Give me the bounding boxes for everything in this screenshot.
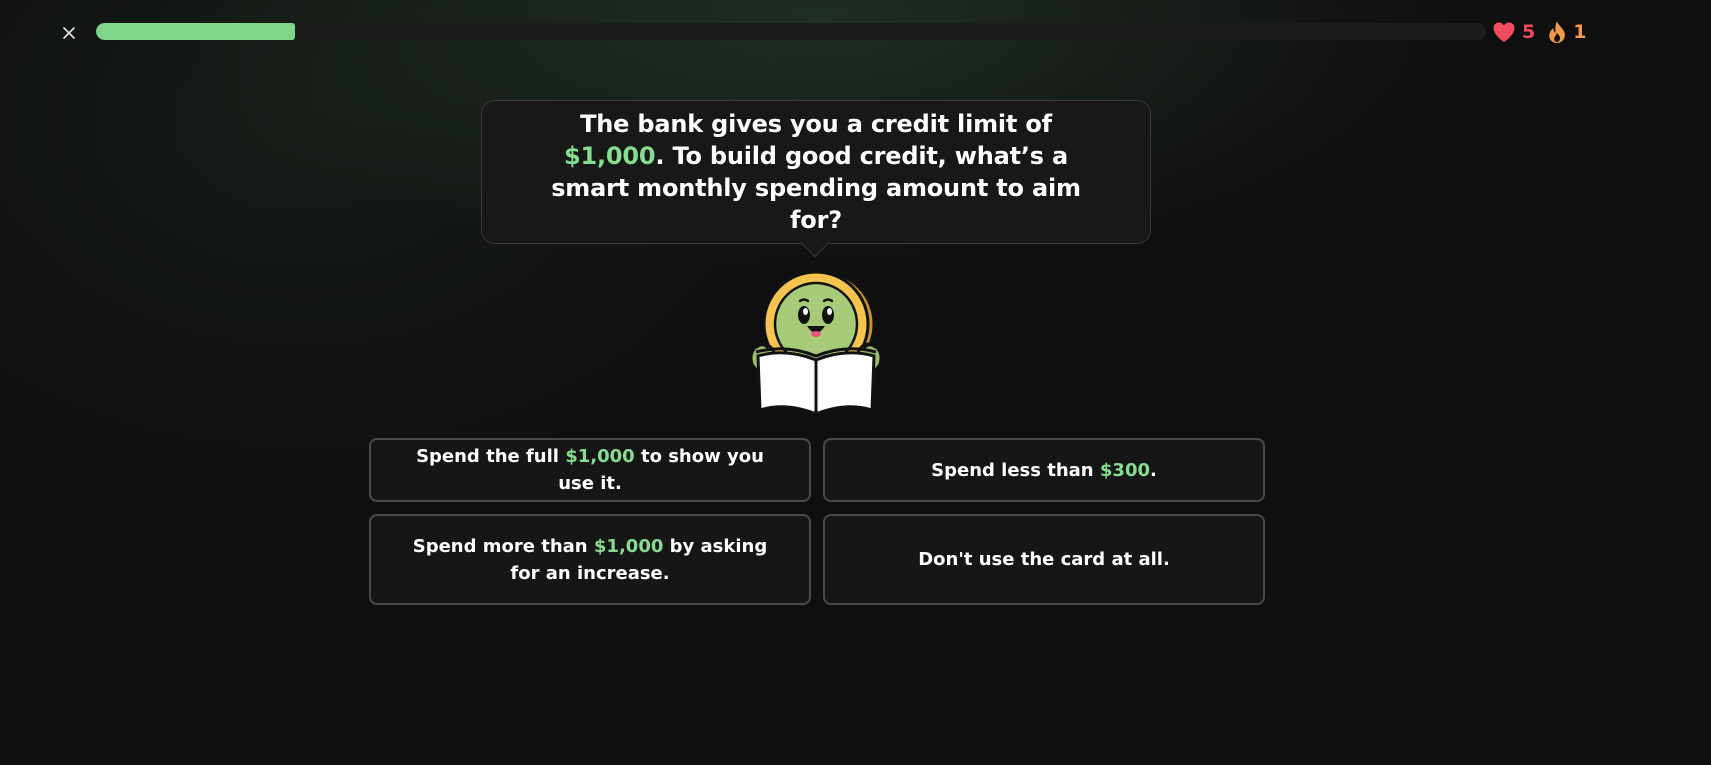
question-bubble: The bank gives you a credit limit of $1,…: [481, 100, 1151, 244]
question-text: The bank gives you a credit limit of $1,…: [528, 108, 1104, 236]
flame-icon: [1547, 20, 1567, 44]
answer-option-1[interactable]: Spend the full $1,000 to show you use it…: [369, 438, 811, 502]
answer-option-2-text-start: Spend less than: [931, 459, 1100, 481]
hearts-count: 5: [1522, 21, 1536, 43]
stats-bar: 5 1: [1492, 18, 1586, 46]
answer-option-1-text-start: Spend the full: [416, 446, 566, 467]
answer-option-1-text: Spend the full $1,000 to show you use it…: [401, 443, 779, 497]
answer-option-2-text: Spend less than $300.: [931, 457, 1157, 484]
close-button[interactable]: [56, 20, 82, 46]
question-text-start: The bank gives you a credit limit of: [580, 110, 1052, 138]
answer-option-2[interactable]: Spend less than $300.: [823, 438, 1265, 502]
answer-option-2-text-end: .: [1150, 459, 1157, 481]
lesson-progress-fill: [96, 23, 295, 40]
question-amount-highlight: $1,000: [563, 142, 656, 170]
answer-option-3[interactable]: Spend more than $1,000 by asking for an …: [369, 514, 811, 605]
streak-stat: 1: [1547, 20, 1586, 44]
answer-option-2-amount: $300: [1099, 459, 1150, 481]
answer-option-4-text: Don't use the card at all.: [918, 549, 1170, 570]
answer-option-4[interactable]: Don't use the card at all.: [823, 514, 1265, 605]
answer-option-3-text: Spend more than $1,000 by asking for an …: [401, 533, 779, 587]
hearts-stat: 5: [1492, 21, 1547, 43]
answer-option-3-amount: $1,000: [593, 535, 664, 557]
lesson-progress-bar: [96, 23, 1486, 40]
heart-icon: [1492, 21, 1516, 43]
streak-count: 1: [1573, 21, 1587, 43]
answer-option-1-amount: $1,000: [565, 446, 635, 467]
close-icon: [63, 27, 75, 39]
coin-mascot-icon: [746, 268, 886, 418]
answer-option-3-text-start: Spend more than: [412, 535, 594, 557]
